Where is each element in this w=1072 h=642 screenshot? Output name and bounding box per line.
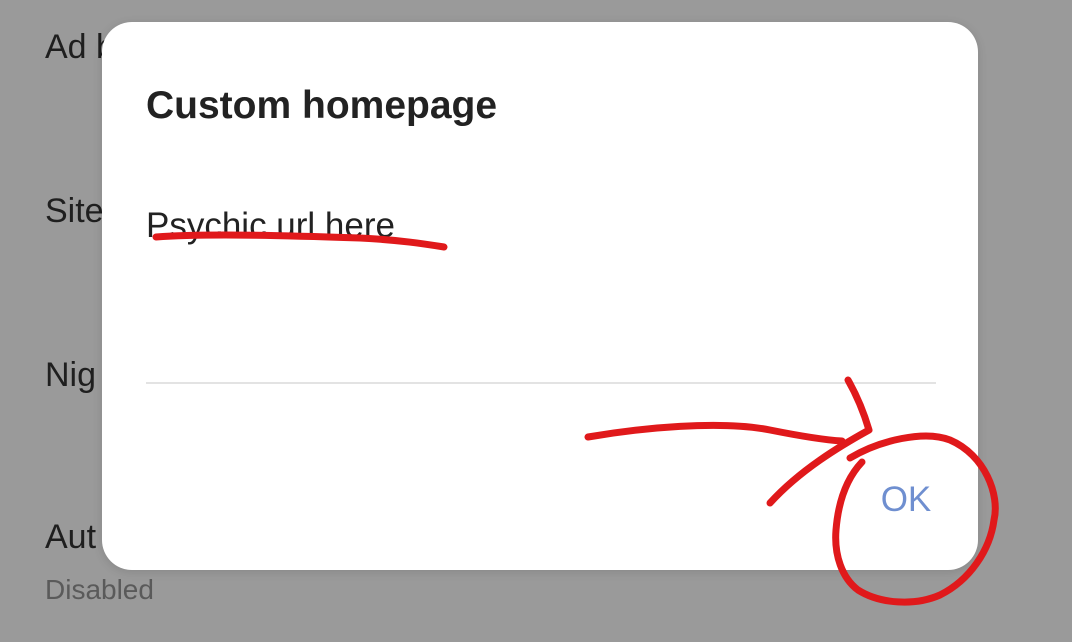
homepage-url-input[interactable]: Psychic url here bbox=[146, 198, 934, 360]
dialog-title: Custom homepage bbox=[146, 84, 498, 127]
input-underline bbox=[146, 382, 936, 384]
settings-row-title: Aut bbox=[45, 518, 97, 556]
settings-row-subtitle: Disabled bbox=[45, 574, 154, 605]
custom-homepage-dialog: Custom homepage Psychic url here OK bbox=[102, 22, 978, 570]
settings-row-title: Nig bbox=[45, 356, 97, 394]
homepage-url-value: Psychic url here bbox=[146, 206, 395, 245]
settings-row-title: Site bbox=[45, 192, 104, 230]
ok-button[interactable]: OK bbox=[858, 468, 954, 532]
